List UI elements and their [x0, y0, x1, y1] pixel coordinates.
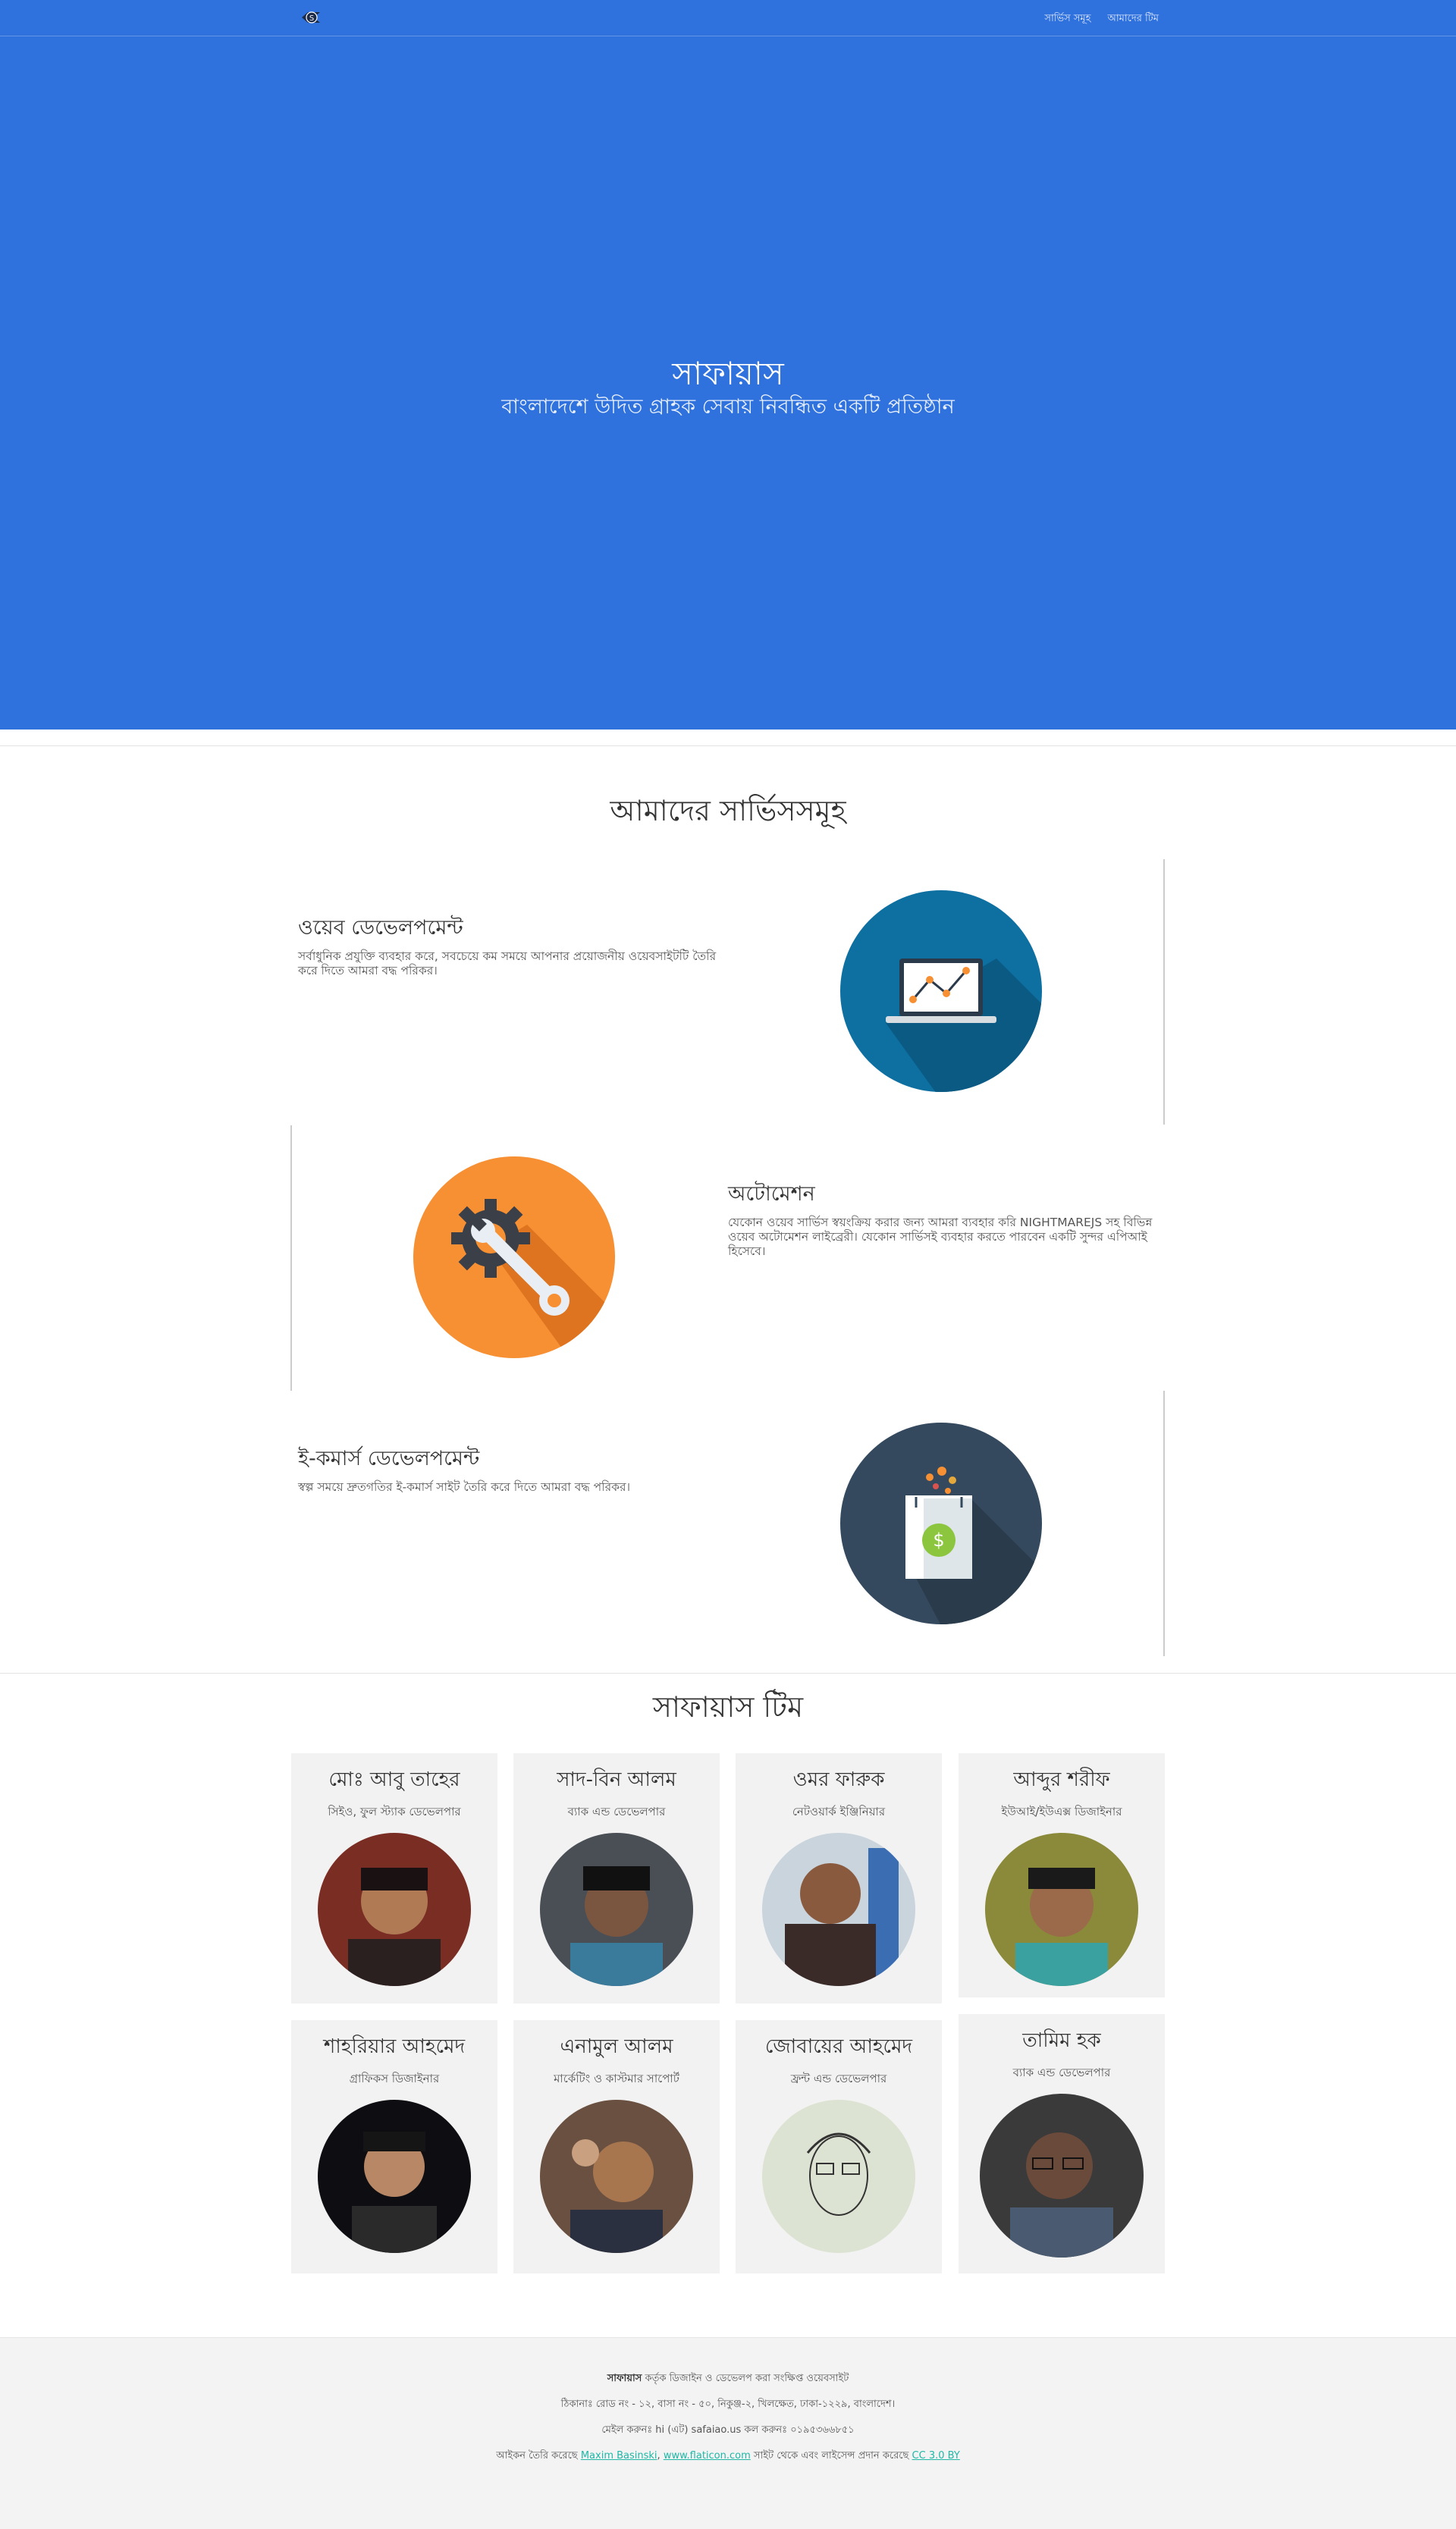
member-name: মোঃ আবু তাহের: [328, 1768, 460, 1791]
footer-tagline: কর্তৃক ডিজাইন ও ডেভেলপ করা সংক্ষিপ্ত ওয়…: [642, 2373, 849, 2384]
member-photo: [980, 2094, 1144, 2258]
member-role: গ্রাফিকস ডিজাইনার: [349, 2072, 440, 2085]
team-card: সাদ-বিন আলম ব্যাক এন্ড ডেভেলপার: [513, 1753, 720, 2003]
member-name: সাদ-বিন আলম: [557, 1768, 676, 1791]
nav-link-services[interactable]: সার্ভিস সমূহ: [1044, 11, 1090, 27]
team-card: ওমর ফারুক নেটওয়ার্ক ইঞ্জিনিয়ার: [736, 1753, 942, 2003]
team-card: আব্দুর শরীফ ইউআই/ইউএক্স ডিজাইনার: [959, 1753, 1165, 1997]
divider: [0, 745, 1456, 746]
team-card: জোবায়ের আহমেদ ফ্রন্ট এন্ড ডেভেলপার: [736, 2020, 942, 2273]
service-title: অটোমেশন: [728, 1182, 815, 1206]
member-role: ব্যাক এন্ড ডেভেলপার: [1012, 2066, 1111, 2079]
service-title: ওয়েব ডেভেলপমেন্ট: [298, 916, 463, 940]
member-role: ফ্রন্ট এন্ড ডেভেলপার: [790, 2072, 887, 2085]
gear-wrench-icon: [413, 1156, 615, 1358]
hero-section: সাফায়াস বাংলাদেশে উদিত গ্রাহক সেবায় নি…: [0, 0, 1456, 730]
member-photo: [318, 1833, 471, 1986]
svg-text:$: $: [933, 1530, 944, 1551]
member-role: নেটওয়ার্ক ইঞ্জিনিয়ার: [792, 1805, 886, 1818]
divider: [0, 1673, 1456, 1674]
service-description: স্বল্প সময়ে দ্রুতগতির ই-কমার্স সাইট তৈর…: [298, 1480, 631, 1494]
member-name: ওমর ফারুক: [792, 1768, 885, 1791]
service-automation: অটোমেশন যেকোন ওয়েব সার্ভিস স্বয়ংক্রিয়…: [728, 1178, 1160, 1259]
hero-subtitle: বাংলাদেশে উদিত গ্রাহক সেবায় নিবন্ধিত এক…: [501, 395, 955, 419]
shopping-bag-dollar-icon: $: [840, 1423, 1042, 1624]
member-role: মার্কেটিং ও কাস্টমার সাপোর্ট: [554, 2072, 679, 2085]
team-card: এনামুল আলম মার্কেটিং ও কাস্টমার সাপোর্ট: [513, 2020, 720, 2273]
member-photo: [318, 2100, 471, 2253]
footer-credit-line: সাফায়াস কর্তৃক ডিজাইন ও ডেভেলপ করা সংক্…: [0, 2371, 1456, 2387]
nav-link-team[interactable]: আমাদের টিম: [1107, 11, 1159, 27]
member-name: এনামুল আলম: [560, 2035, 673, 2058]
credit-site-link[interactable]: www.flaticon.com: [664, 2450, 751, 2462]
member-name: তামিম হক: [1022, 2029, 1101, 2052]
footer-address: ঠিকানাঃ রোড নং - ১২, বাসা নং - ৫০, নিকুঞ…: [560, 2399, 896, 2410]
service-description: সর্বাধুনিক প্রযুক্তি ব্যবহার করে, সবচেয়…: [298, 949, 717, 977]
service-title: ই-কমার্স ডেভেলপমেন্ট: [298, 1447, 480, 1470]
member-photo: [762, 2100, 915, 2253]
credit-license-link[interactable]: CC 3.0 BY: [912, 2450, 960, 2462]
member-role: ব্যাক এন্ড ডেভেলপার: [567, 1805, 666, 1818]
team-card: শাহরিয়ার আহমেদ গ্রাফিকস ডিজাইনার: [291, 2020, 497, 2273]
credit-mid: সাইট থেকে এবং লাইসেন্স প্রদান করেছে: [753, 2450, 909, 2462]
service-web: ওয়েব ডেভেলপমেন্ট সর্বাধুনিক প্রযুক্তি ব…: [298, 912, 723, 978]
service-description: যেকোন ওয়েব সার্ভিস স্বয়ংক্রিয় করার জন…: [728, 1216, 1153, 1258]
service-ecommerce: ই-কমার্স ডেভেলপমেন্ট স্বল্প সময়ে দ্রুতগ…: [298, 1443, 723, 1495]
footer-brand: সাফায়াস: [607, 2373, 642, 2384]
logo-letter: S: [309, 14, 314, 23]
member-photo: [540, 2100, 693, 2253]
team-title: সাফায়াস টিম: [652, 1690, 804, 1724]
footer: সাফায়াস কর্তৃক ডিজাইন ও ডেভেলপ করা সংক্…: [0, 2337, 1456, 2529]
service-divider: [290, 1125, 292, 1391]
credit-author-link[interactable]: Maxim Basinski: [581, 2450, 657, 2462]
credit-prefix: আইকন তৈরি করেছে: [496, 2450, 578, 2462]
team-card: মোঃ আবু তাহের সিইও, ফুল স্ট্যাক ডেভেলপার: [291, 1753, 497, 2003]
footer-contact: মেইল করুনঃ hi (এট) safaiao.us কল করুনঃ ০…: [601, 2424, 855, 2436]
member-name: জোবায়ের আহমেদ: [764, 2035, 913, 2058]
member-photo: [540, 1833, 693, 1986]
member-role: সিইও, ফুল স্ট্যাক ডেভেলপার: [328, 1805, 461, 1818]
top-navbar: S সার্ভিস সমূহ আমাদের টিম: [0, 0, 1456, 36]
member-photo: [762, 1833, 915, 1986]
member-role: ইউআই/ইউএক্স ডিজাইনার: [1001, 1805, 1122, 1818]
logo-icon[interactable]: S: [300, 9, 322, 26]
member-name: আব্দুর শরীফ: [1013, 1768, 1110, 1791]
member-photo: [985, 1833, 1138, 1986]
team-card: তামিম হক ব্যাক এন্ড ডেভেলপার: [959, 2014, 1165, 2273]
footer-icon-credit: আইকন তৈরি করেছে Maxim Basinski, www.flat…: [496, 2450, 960, 2462]
service-divider: [1163, 859, 1165, 1125]
web-analytics-laptop-icon: [840, 890, 1042, 1092]
services-title: আমাদের সার্ভিসসমূহ: [610, 794, 846, 827]
service-divider: [1163, 1391, 1165, 1656]
member-name: শাহরিয়ার আহমেদ: [323, 2035, 466, 2058]
